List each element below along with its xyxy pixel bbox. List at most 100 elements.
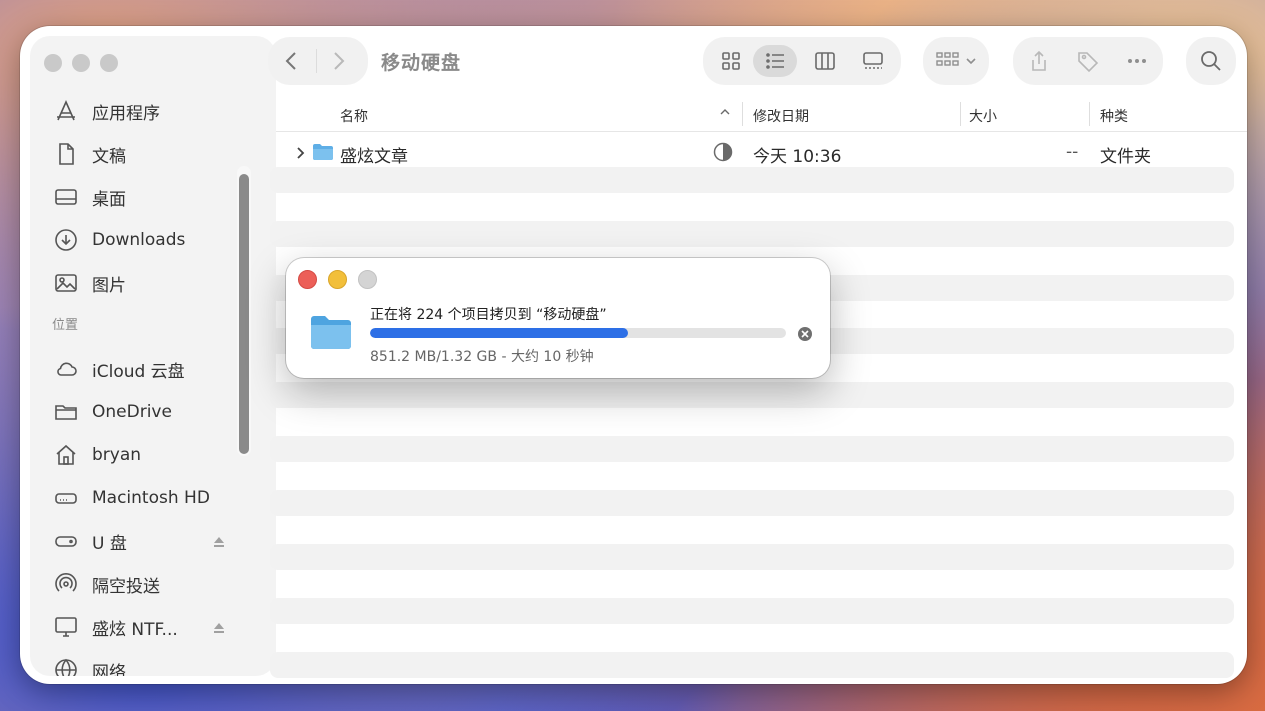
sidebar: 应用程序 文稿 桌面 Downloads 图片 位置 iCloud 云盘 One… <box>30 36 276 676</box>
list-stripe <box>270 598 1234 624</box>
tag-icon[interactable] <box>1076 49 1100 73</box>
group-icon <box>935 49 963 73</box>
sidebar-item-label: Macintosh HD <box>92 488 210 508</box>
divider <box>316 49 317 73</box>
copy-status-detail: 851.2 MB/1.32 GB - 大约 10 秒钟 <box>370 349 594 365</box>
sidebar-item-pictures[interactable]: 图片 <box>52 268 126 298</box>
close-button[interactable] <box>44 54 62 72</box>
share-icon[interactable] <box>1027 49 1051 73</box>
sidebar-item-airdrop[interactable]: 隔空投送 <box>52 569 160 599</box>
gallery-view-button[interactable] <box>851 45 895 77</box>
sidebar-item-label: 应用程序 <box>92 103 160 124</box>
minimize-button[interactable] <box>72 54 90 72</box>
back-button[interactable] <box>280 49 304 73</box>
close-button[interactable] <box>298 270 317 289</box>
icon-view-button[interactable] <box>709 45 753 77</box>
folder-icon <box>52 398 80 426</box>
folder-icon <box>312 143 334 161</box>
table-row[interactable]: 盛炫文章 今天 10:36 -- 文件夹 <box>276 139 1247 169</box>
eject-icon[interactable] <box>212 534 226 548</box>
window-controls <box>44 54 118 72</box>
sidebar-item-label: Downloads <box>92 230 186 250</box>
sidebar-item-network[interactable]: 网络 <box>52 655 126 676</box>
more-icon[interactable] <box>1125 49 1149 73</box>
chevron-down-icon <box>965 49 977 73</box>
file-name: 盛炫文章 <box>340 147 408 167</box>
divider <box>742 102 743 126</box>
copy-progress-bar <box>370 328 786 338</box>
sort-ascending-icon <box>719 106 731 118</box>
cancel-copy-button[interactable] <box>798 327 812 341</box>
airdrop-icon <box>52 570 80 598</box>
sidebar-item-label: 桌面 <box>92 189 126 210</box>
window-title: 移动硬盘 <box>381 52 462 74</box>
list-view-button[interactable] <box>753 45 797 77</box>
copy-status-title: 正在将 224 个项目拷贝到 “移动硬盘” <box>370 307 607 323</box>
actions-group <box>1013 37 1163 85</box>
list-stripe <box>270 544 1234 570</box>
sidebar-item-label: 盛炫 NTF... <box>92 619 178 640</box>
sidebar-scrollbar[interactable] <box>237 166 251 456</box>
window-controls <box>298 270 377 289</box>
progress-fill <box>370 328 628 338</box>
sidebar-item-documents[interactable]: 文稿 <box>52 139 126 169</box>
divider <box>960 102 961 126</box>
sidebar-item-usb-drive[interactable]: U 盘 <box>52 526 242 556</box>
harddrive-icon <box>52 484 80 512</box>
copy-progress-dialog: 正在将 224 个项目拷贝到 “移动硬盘” 851.2 MB/1.32 GB -… <box>286 258 830 378</box>
scrollbar-thumb[interactable] <box>239 174 249 454</box>
chevron-right-icon[interactable] <box>294 145 308 159</box>
sidebar-item-icloud[interactable]: iCloud 云盘 <box>52 354 185 384</box>
desktop-icon <box>52 183 80 211</box>
sidebar-item-macintosh-hd[interactable]: Macintosh HD <box>52 483 210 513</box>
column-size[interactable]: 大小 <box>969 106 997 126</box>
search-button[interactable] <box>1186 37 1236 85</box>
sidebar-item-home[interactable]: bryan <box>52 440 141 470</box>
file-size: -- <box>1066 142 1079 162</box>
list-stripe <box>270 167 1234 193</box>
monitor-icon <box>52 613 80 641</box>
sidebar-item-ntfs-drive[interactable]: 盛炫 NTF... <box>52 612 242 642</box>
external-drive-icon <box>52 527 80 555</box>
column-kind[interactable]: 种类 <box>1100 106 1128 126</box>
list-stripe <box>270 221 1234 247</box>
column-header: 名称 修改日期 大小 种类 <box>276 98 1247 132</box>
copy-progress-icon <box>713 142 733 162</box>
sidebar-item-onedrive[interactable]: OneDrive <box>52 397 172 427</box>
sidebar-item-downloads[interactable]: Downloads <box>52 225 185 255</box>
cloud-icon <box>52 355 80 383</box>
applications-icon <box>52 97 80 125</box>
list-stripe <box>270 490 1234 516</box>
group-by-button[interactable] <box>923 37 989 85</box>
sidebar-item-label: 文稿 <box>92 146 126 167</box>
pictures-icon <box>52 269 80 297</box>
sidebar-item-label: 图片 <box>92 275 126 296</box>
list-stripe <box>270 436 1234 462</box>
sidebar-item-label: OneDrive <box>92 402 172 422</box>
sidebar-item-label: 隔空投送 <box>92 576 160 597</box>
divider <box>1089 102 1090 126</box>
sidebar-item-applications[interactable]: 应用程序 <box>52 96 160 126</box>
search-icon <box>1199 49 1223 73</box>
home-icon <box>52 441 80 469</box>
column-name[interactable]: 名称 <box>340 106 368 126</box>
minimize-button[interactable] <box>328 270 347 289</box>
column-view-button[interactable] <box>803 45 847 77</box>
navigation-group <box>268 37 368 85</box>
file-date: 今天 10:36 <box>753 147 842 167</box>
forward-button[interactable] <box>326 49 350 73</box>
column-date[interactable]: 修改日期 <box>753 106 809 126</box>
zoom-button[interactable] <box>100 54 118 72</box>
network-icon <box>52 656 80 676</box>
document-icon <box>52 140 80 168</box>
sidebar-item-desktop[interactable]: 桌面 <box>52 182 126 212</box>
sidebar-item-label: bryan <box>92 445 142 465</box>
eject-icon[interactable] <box>212 620 226 634</box>
zoom-button <box>358 270 377 289</box>
list-stripe <box>270 382 1234 408</box>
sidebar-section-locations: 位置 <box>52 318 79 333</box>
sidebar-item-label: iCloud 云盘 <box>92 361 185 382</box>
sidebar-item-label: 网络 <box>92 662 126 677</box>
file-kind: 文件夹 <box>1100 147 1151 167</box>
view-mode-group <box>703 37 901 85</box>
